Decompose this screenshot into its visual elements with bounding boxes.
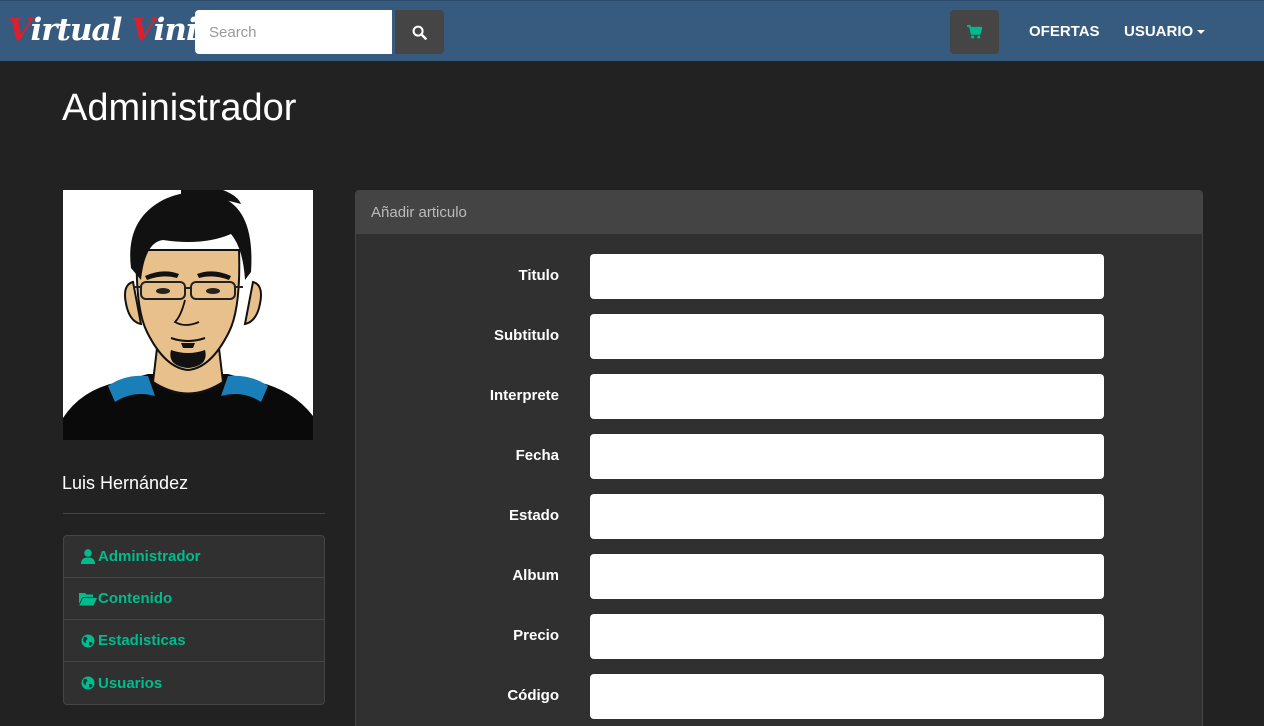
label-subtitulo: Subtitulo [494,327,559,344]
precio-input[interactable] [590,614,1104,659]
brand-letter-v1: V [8,12,31,48]
user-icon [79,549,97,565]
cart-button[interactable] [950,10,999,54]
avatar-illustration [63,190,313,440]
codigo-input[interactable] [590,674,1104,719]
page-title: Administrador [62,87,297,129]
globe-icon [79,675,97,691]
fecha-input[interactable] [590,434,1104,479]
label-codigo: Código [507,687,559,704]
album-input[interactable] [590,554,1104,599]
label-titulo: Titulo [518,267,559,284]
side-menu-item-contenido[interactable]: Contenido [64,578,324,620]
user-name: Luis Hernández [62,473,189,493]
estado-input[interactable] [590,494,1104,539]
shopping-cart-icon [967,25,982,39]
label-estado: Estado [508,507,559,524]
side-menu: Administrador Contenido Estadisticas Usu… [63,535,325,705]
panel-heading: Añadir articulo [356,191,1202,234]
brand-word-virtual: irtual [30,12,132,48]
side-menu-label: Estadisticas [98,632,186,649]
folder-open-icon [79,591,97,607]
side-menu-label: Administrador [98,548,201,565]
add-article-panel: Añadir articulo Titulo Subtitulo Interpr… [355,190,1203,726]
divider [63,513,325,514]
nav-usuario-label: USUARIO [1124,23,1194,40]
search-button[interactable] [395,10,444,54]
side-menu-label: Usuarios [98,674,163,692]
avatar [63,190,313,440]
side-menu-item-estadisticas[interactable]: Estadisticas [64,620,324,662]
interprete-input[interactable] [590,374,1104,419]
side-menu-label: Contenido [98,590,173,607]
side-menu-item-administrador[interactable]: Administrador [64,536,324,578]
subtitulo-input[interactable] [590,314,1104,359]
side-menu-item-usuarios[interactable]: Usuarios [64,662,324,704]
search-icon [412,25,427,40]
navbar: Virtual Vinilo OFERTAS USUARIO [0,0,1264,61]
search-input[interactable] [195,10,392,54]
caret-down-icon [1197,30,1206,35]
nav-usuario-dropdown[interactable]: USUARIO [1124,22,1206,42]
label-precio: Precio [513,627,559,644]
label-fecha: Fecha [515,447,559,464]
globe-icon [79,633,97,649]
label-interprete: Interprete [489,387,559,404]
nav-ofertas-link[interactable]: OFERTAS [1029,22,1100,42]
titulo-input[interactable] [590,254,1104,299]
label-album: Album [512,567,559,584]
brand-letter-v2: V [131,12,154,48]
